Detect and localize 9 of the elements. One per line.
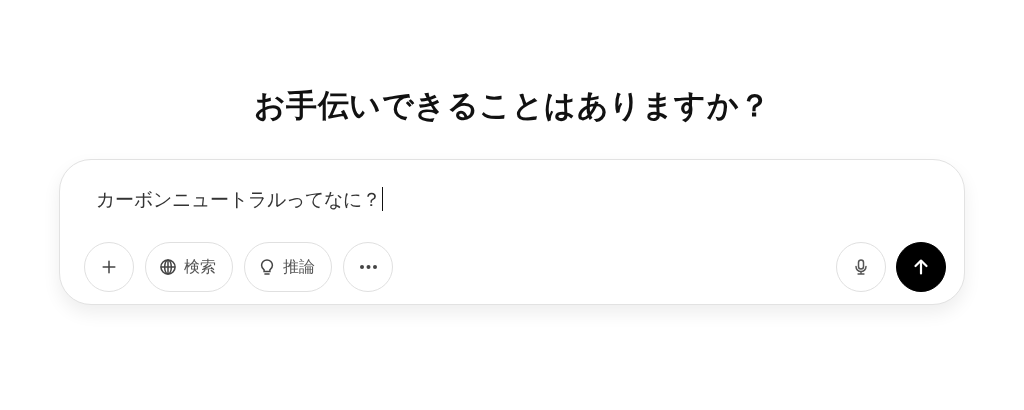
- text-cursor: [382, 187, 383, 211]
- search-button[interactable]: 検索: [145, 242, 233, 292]
- message-field[interactable]: カーボンニュートラルってなに？: [96, 184, 383, 214]
- reason-button[interactable]: 推論: [244, 242, 332, 292]
- more-icon: [359, 265, 377, 269]
- voice-button[interactable]: [836, 242, 886, 292]
- globe-icon: [158, 257, 178, 277]
- heading-text: お手伝いできることはありますか？: [253, 86, 771, 125]
- send-button[interactable]: [896, 242, 946, 292]
